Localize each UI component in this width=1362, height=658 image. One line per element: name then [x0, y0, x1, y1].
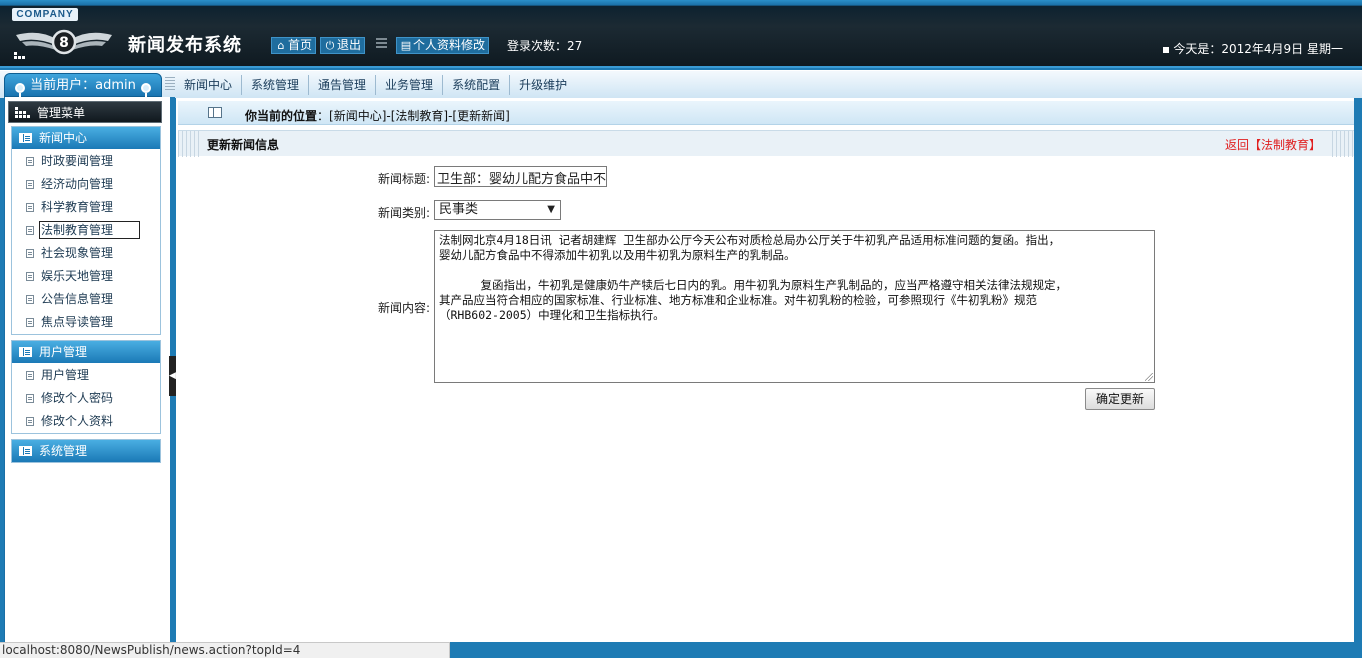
- pin-icon: [15, 83, 25, 101]
- menu-group-users: 用户管理 用户管理 修改个人密码 修改个人资料: [11, 340, 161, 434]
- menu-item-economy[interactable]: 经济动向管理: [12, 173, 160, 196]
- nav-business-management[interactable]: 业务管理: [376, 75, 444, 95]
- power-icon: ⏻: [325, 39, 335, 52]
- menu-item-entertainment[interactable]: 娱乐天地管理: [12, 265, 160, 288]
- menu-header: 管理菜单: [8, 101, 162, 123]
- news-title-input[interactable]: 卫生部：婴幼儿配方食品中不得添加牛初乳: [434, 166, 607, 187]
- logout-button[interactable]: ⏻ 退出: [320, 37, 366, 54]
- menu-item-announcement[interactable]: 公告信息管理: [12, 288, 160, 311]
- document-icon: [26, 371, 34, 380]
- app-title: 新闻发布系统: [128, 35, 242, 56]
- confirm-update-button[interactable]: 确定更新: [1085, 388, 1155, 410]
- nav-upgrade[interactable]: 升级维护: [510, 75, 576, 95]
- browser-status-bar: localhost:8080/NewsPublish/news.action?t…: [0, 642, 450, 658]
- document-icon: [26, 180, 34, 189]
- stripe-decoration: [1332, 131, 1354, 157]
- news-type-select[interactable]: 民事类 ▼: [434, 200, 561, 220]
- square-bullet-icon: [1163, 46, 1170, 53]
- dropdown-arrow-icon: ▼: [547, 204, 555, 215]
- form-title: 更新新闻信息: [207, 138, 280, 152]
- nav-system-config[interactable]: 系统配置: [443, 75, 511, 95]
- document-icon: [26, 272, 34, 281]
- document-icon: ▤: [400, 39, 412, 52]
- current-user: 当前用户：admin: [4, 73, 162, 101]
- logo-letter: 8: [59, 35, 69, 51]
- menu-item-edit-profile[interactable]: 修改个人资料: [12, 410, 160, 433]
- book-icon: [19, 133, 32, 143]
- document-icon: [26, 203, 34, 212]
- menu-item-politics[interactable]: 时政要闻管理: [12, 150, 160, 173]
- menu-item-society[interactable]: 社会现象管理: [12, 242, 160, 265]
- collapse-arrow-icon[interactable]: ◀: [169, 356, 176, 396]
- bentley-logo: 8: [16, 29, 112, 55]
- document-icon: [26, 157, 34, 166]
- layout-icon: [208, 107, 222, 118]
- home-icon: ⌂: [277, 39, 285, 52]
- document-icon: [26, 394, 34, 403]
- nav-system-management[interactable]: 系统管理: [242, 75, 310, 95]
- title-label: 新闻标题:: [377, 172, 430, 186]
- breadcrumb-text: 你当前的位置：[新闻中心]-[法制教育]-[更新新闻]: [245, 109, 510, 123]
- stripe-decoration: [178, 131, 200, 157]
- menu-item-legal-education[interactable]: 法制教育管理: [12, 219, 160, 242]
- news-content-textarea[interactable]: 法制网北京4月18日讯 记者胡建辉 卫生部办公厅今天公布对质检总局办公厅关于牛初…: [434, 230, 1155, 383]
- menu-item-focus[interactable]: 焦点导读管理: [12, 311, 160, 334]
- today-date: 今天是：2012年4月9日 星期一: [1163, 40, 1343, 57]
- grid-icon: [15, 107, 31, 119]
- nav-notice-management[interactable]: 通告管理: [309, 75, 377, 95]
- menu-group-users-header[interactable]: 用户管理: [12, 341, 160, 363]
- top-nav: 新闻中心 系统管理 通告管理 业务管理 系统配置 升级维护: [175, 75, 576, 95]
- type-label: 新闻类别:: [377, 206, 430, 220]
- menu-item-science-education[interactable]: 科学教育管理: [12, 196, 160, 219]
- dots-icon: [14, 52, 25, 59]
- company-tag: COMPANY: [12, 8, 78, 21]
- form-header: [178, 130, 1354, 157]
- back-link[interactable]: 返回【法制教育】: [1225, 136, 1321, 153]
- menu-group-news-header[interactable]: 新闻中心: [12, 127, 160, 149]
- document-icon: [26, 318, 34, 327]
- resize-grip-icon[interactable]: [1145, 373, 1153, 381]
- menu-group-system: 系统管理: [11, 439, 161, 463]
- document-icon: [26, 295, 34, 304]
- menu-group-system-header[interactable]: 系统管理: [12, 440, 160, 462]
- grip-icon: [165, 77, 175, 91]
- menu-group-news: 新闻中心 时政要闻管理 经济动向管理 科学教育管理 法制教育管理 社会现象管理 …: [11, 126, 161, 335]
- list-icon: [376, 38, 387, 52]
- login-count: 登录次数：27: [507, 39, 583, 53]
- menu-item-user-management[interactable]: 用户管理: [12, 364, 160, 387]
- document-icon: [26, 249, 34, 258]
- pin-icon: [141, 83, 151, 101]
- menu-item-change-password[interactable]: 修改个人密码: [12, 387, 160, 410]
- home-button[interactable]: ⌂ 首页: [271, 37, 317, 54]
- content-label: 新闻内容:: [377, 301, 430, 315]
- book-icon: [19, 446, 32, 456]
- profile-edit-button[interactable]: ▤ 个人资料修改: [396, 37, 490, 54]
- document-icon: [26, 226, 34, 235]
- document-icon: [26, 417, 34, 426]
- nav-news-center[interactable]: 新闻中心: [175, 75, 243, 95]
- book-icon: [19, 347, 32, 357]
